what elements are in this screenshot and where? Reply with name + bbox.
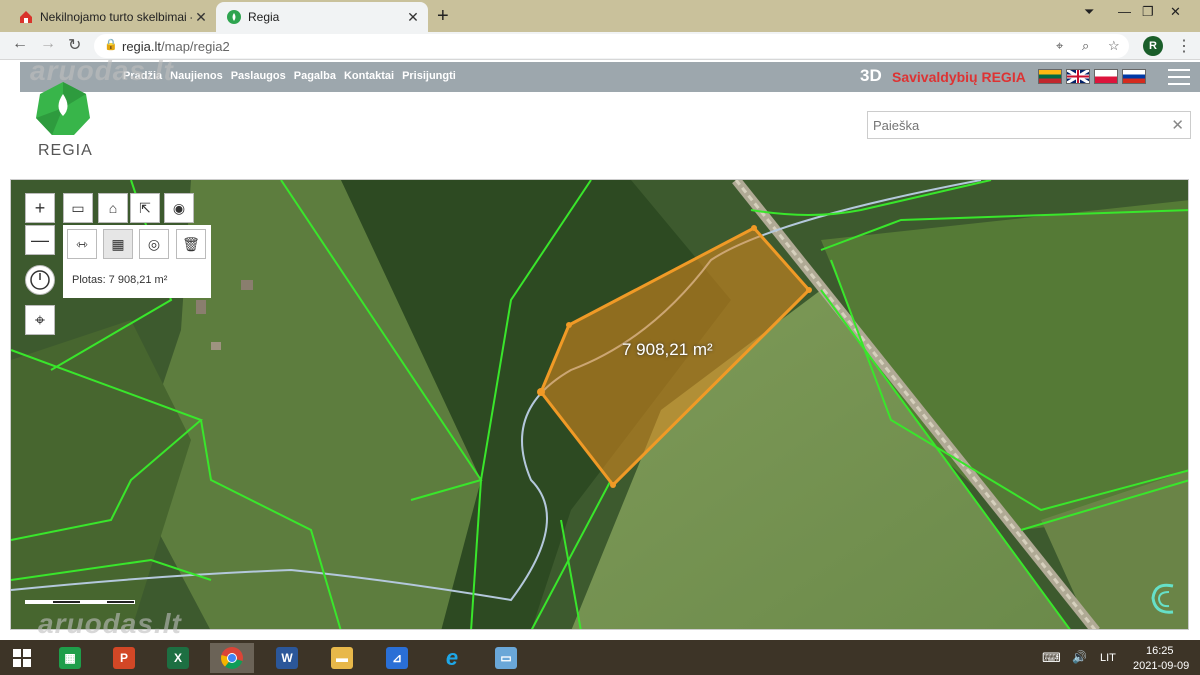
building: [211, 342, 221, 350]
nav-link-prisijungti[interactable]: Prisijungti: [402, 70, 456, 82]
logo-text: REGIA: [38, 142, 93, 159]
minimize-icon[interactable]: —: [1118, 4, 1131, 19]
folder-icon: ▬: [331, 647, 353, 669]
zoom-icon[interactable]: ⌕: [1082, 38, 1089, 54]
delete-measurement-icon[interactable]: 🗑: [176, 229, 206, 259]
search-input[interactable]: [868, 112, 1148, 138]
keyboard-icon[interactable]: ⌨: [1042, 650, 1061, 666]
close-window-icon[interactable]: ✕: [1170, 4, 1181, 20]
taskbar-chrome[interactable]: [210, 643, 254, 673]
bookmark-star-icon[interactable]: ☆: [1108, 38, 1120, 54]
taskbar-file-explorer[interactable]: ▬: [320, 643, 364, 673]
taskbar-ie[interactable]: e: [430, 643, 474, 673]
point-info-tool-icon[interactable]: ◉: [164, 193, 194, 223]
close-tab-icon[interactable]: ✕: [404, 9, 422, 26]
windows-taskbar: ▦ P X W ▬ ⊿ e ▭ ⌨ 🔊 LIT 16:25 2021-09-09: [0, 640, 1200, 675]
language-indicator[interactable]: LIT: [1100, 652, 1116, 664]
forward-icon[interactable]: →: [40, 35, 56, 53]
excel-icon: X: [167, 647, 189, 669]
new-tab-icon[interactable]: +: [437, 5, 449, 28]
measure-area-tool-icon[interactable]: ▦: [103, 229, 133, 259]
building: [196, 300, 206, 314]
chrome-icon: [221, 647, 243, 669]
taskbar-word[interactable]: W: [265, 643, 309, 673]
nav-link-paslaugos[interactable]: Paslaugos: [231, 70, 286, 82]
taskbar-excel[interactable]: X: [156, 643, 200, 673]
lock-icon: 🔒: [104, 39, 118, 51]
profile-avatar[interactable]: R: [1143, 36, 1163, 56]
building: [241, 280, 253, 290]
search-box: ✕: [867, 111, 1191, 139]
area-readout: Plotas: 7 908,21 m²: [72, 274, 168, 286]
house-favicon-icon: [20, 11, 32, 23]
speaker-icon[interactable]: 🔊: [1072, 650, 1087, 664]
store-icon: ▦: [59, 647, 81, 669]
start-button[interactable]: [0, 643, 44, 673]
reload-icon[interactable]: ↻: [68, 35, 81, 55]
restore-icon[interactable]: ❐: [1142, 4, 1154, 20]
windows-logo-icon: [13, 649, 31, 667]
browser-menu-icon[interactable]: ⋮: [1176, 36, 1192, 56]
nav-link-kontaktai[interactable]: Kontaktai: [344, 70, 394, 82]
clear-search-icon[interactable]: ✕: [1171, 116, 1184, 134]
brand-name-link[interactable]: Savivaldybių REGIA: [892, 69, 1026, 85]
place-marker-tool-icon[interactable]: ⌂: [98, 193, 128, 223]
watermark-bottom: aruodas.lt: [38, 608, 182, 639]
polish-flag-icon[interactable]: [1094, 69, 1118, 84]
address-bar[interactable]: 🔒 regia.lt/map/regia2 ⌖ ⌕ ☆: [94, 34, 1129, 58]
powerpoint-icon: P: [113, 647, 135, 669]
measure-line-tool-icon[interactable]: ⇿: [67, 229, 97, 259]
close-tab-icon[interactable]: ✕: [192, 9, 210, 26]
back-icon[interactable]: ←: [12, 35, 28, 53]
tab-nekilnojamo-turto[interactable]: Nekilnojamo turto skelbimai - Ar ✕: [8, 2, 216, 32]
uk-flag-icon[interactable]: [1066, 68, 1090, 85]
regia-map-logo-icon: [1151, 583, 1174, 614]
url-host: regia.lt: [122, 39, 162, 54]
regia-logo-icon[interactable]: [34, 80, 92, 138]
regia-favicon-icon: [227, 10, 241, 24]
url-text: regia.lt/map/regia2: [122, 39, 230, 54]
internet-explorer-icon: e: [445, 645, 459, 670]
map-area-label: 7 908,21 m²: [622, 340, 713, 359]
hamburger-menu-icon[interactable]: [1168, 69, 1190, 85]
clock-time[interactable]: 16:25: [1146, 645, 1174, 657]
clock-date[interactable]: 2021-09-09: [1133, 660, 1189, 672]
measure-distance-tool-icon[interactable]: ▭: [63, 193, 93, 223]
lithuanian-flag-icon[interactable]: [1038, 69, 1062, 84]
russian-flag-icon[interactable]: [1122, 69, 1146, 84]
watermark-top: aruodas.lt: [30, 55, 174, 86]
tab-title: Nekilnojamo turto skelbimai - Ar: [40, 10, 192, 24]
scanner-icon: ⊿: [386, 647, 408, 669]
nav-link-pagalba[interactable]: Pagalba: [294, 70, 336, 82]
tab-regia[interactable]: Regia ✕: [216, 2, 428, 32]
taskbar-powerpoint[interactable]: P: [102, 643, 146, 673]
brand-3d-link[interactable]: 3D: [860, 66, 882, 86]
url-path: /map/regia2: [161, 39, 230, 54]
map-scale-bar: [25, 600, 135, 604]
taskbar-photos[interactable]: ▭: [484, 643, 528, 673]
zoom-in-button[interactable]: +: [25, 193, 55, 223]
browser-toolbar: ← → ↻ 🔒 regia.lt/map/regia2 ⌖ ⌕ ☆: [0, 32, 1200, 60]
location-blocked-icon[interactable]: ⌖: [1056, 38, 1063, 54]
taskbar-store[interactable]: ▦: [48, 643, 92, 673]
locate-me-icon[interactable]: ⌖: [25, 305, 55, 335]
compass-icon[interactable]: [25, 265, 55, 295]
site-nav-bar: Pradžia Naujienos Paslaugos Pagalba Kont…: [20, 62, 1200, 92]
profile-menu-icon[interactable]: ⏷: [1084, 4, 1094, 20]
share-tool-icon[interactable]: ⇱: [130, 193, 160, 223]
taskbar-app-scanner[interactable]: ⊿: [375, 643, 419, 673]
browser-tab-strip: Nekilnojamo turto skelbimai - Ar ✕ Regia…: [0, 0, 1200, 32]
zoom-out-button[interactable]: —: [25, 225, 55, 255]
photo-viewer-icon: ▭: [495, 647, 517, 669]
nav-link-naujienos[interactable]: Naujienos: [170, 70, 223, 82]
word-icon: W: [276, 647, 298, 669]
measure-circle-tool-icon[interactable]: ◎: [139, 229, 169, 259]
tab-title: Regia: [248, 10, 280, 24]
